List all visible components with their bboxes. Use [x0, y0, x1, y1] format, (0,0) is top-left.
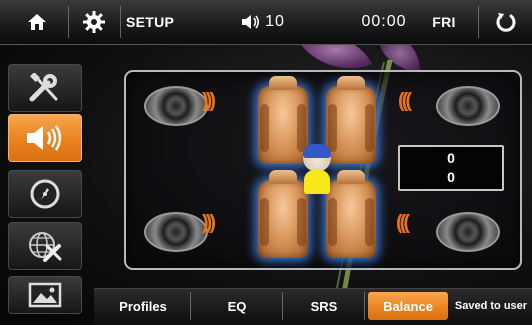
- fader-value: 0: [447, 150, 455, 166]
- tab-eq[interactable]: EQ: [194, 292, 280, 320]
- balance-readout: 0 0: [398, 145, 504, 191]
- home-button[interactable]: [14, 6, 60, 38]
- seat-front-right: [326, 76, 376, 164]
- seat-rear-left: [258, 170, 308, 258]
- sound-waves-icon: ))): [202, 90, 216, 112]
- listener-position-marker[interactable]: [302, 144, 332, 194]
- balance-value: 0: [447, 169, 455, 185]
- sound-waves-icon: (((: [398, 90, 412, 112]
- page-title: SETUP: [126, 14, 175, 30]
- sidebar-item-audio[interactable]: [8, 114, 82, 162]
- sidebar-item-tools[interactable]: [8, 64, 82, 112]
- tab-profiles[interactable]: Profiles: [100, 292, 186, 320]
- saved-to-user-button[interactable]: Saved to user: [450, 292, 532, 320]
- volume-indicator[interactable]: 10: [228, 6, 298, 38]
- sidebar-item-navigation[interactable]: [8, 170, 82, 218]
- tab-balance[interactable]: Balance: [368, 292, 448, 320]
- tab-srs[interactable]: SRS: [286, 292, 362, 320]
- sound-waves-icon: (((: [396, 212, 410, 234]
- speaker-front-right[interactable]: [436, 86, 500, 126]
- speaker-volume-icon: [242, 15, 260, 29]
- top-bar: SETUP 10 00:00 FRI: [0, 0, 532, 45]
- audio-balance-screen: SETUP 10 00:00 FRI))) ((())) (((0 0 P…: [0, 0, 532, 325]
- seat-rear-right: [326, 170, 376, 258]
- speaker-icon: [27, 125, 62, 151]
- wrench-screwdriver-icon: [29, 73, 58, 102]
- speaker-rear-right[interactable]: [436, 212, 500, 252]
- sidebar-item-display[interactable]: [8, 276, 82, 314]
- clock-time: 00:00: [361, 13, 407, 30]
- weekday: FRI: [432, 14, 456, 30]
- settings-button[interactable]: [72, 6, 116, 38]
- volume-value: 10: [265, 13, 285, 30]
- globe-tools-icon: [29, 232, 62, 262]
- speaker-rear-left[interactable]: [144, 212, 208, 252]
- gear-icon: [83, 11, 105, 33]
- home-icon: [28, 14, 46, 30]
- sound-waves-icon: ))): [202, 212, 216, 234]
- sidebar-item-system[interactable]: [8, 222, 82, 270]
- compass-icon: [30, 179, 60, 209]
- speaker-front-left[interactable]: [144, 86, 208, 126]
- back-arrow-icon: [496, 13, 516, 32]
- back-button[interactable]: [484, 6, 528, 38]
- seat-front-left: [258, 76, 308, 164]
- picture-icon: [28, 282, 62, 308]
